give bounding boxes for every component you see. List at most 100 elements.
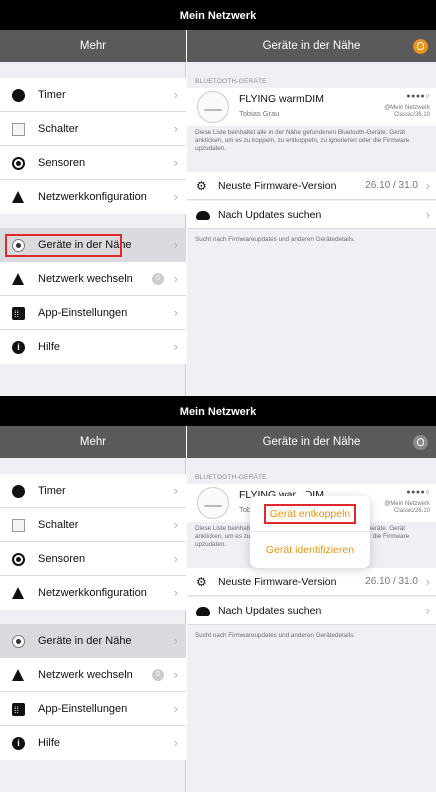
chevron-right-icon: › bbox=[173, 339, 178, 354]
help-icon bbox=[12, 341, 25, 354]
cloud-icon bbox=[196, 607, 210, 616]
chevron-right-icon: › bbox=[173, 155, 178, 170]
sidebar-item-geraete-in-der-naehe[interactable]: Geräte in der Nähe › bbox=[0, 624, 186, 658]
sidebar-item-label: App-Einstellungen bbox=[38, 307, 128, 319]
sidebar-item-label: Schalter bbox=[38, 519, 79, 531]
bluetooth-section-header: BLUETOOTH-GERÄTE bbox=[195, 474, 267, 481]
sidebar-item-sensoren[interactable]: Sensoren › bbox=[0, 146, 186, 180]
device-network-name: @Mein Netzwerk bbox=[384, 501, 430, 507]
detail-pane: Geräte in der Nähe BLUETOOTH-GERÄTE FLYI… bbox=[187, 426, 436, 792]
chevron-right-icon: › bbox=[173, 633, 178, 648]
network-config-icon bbox=[12, 191, 24, 203]
sidebar: Mehr Timer › Schalter › Sensoren › Netzw… bbox=[0, 426, 186, 792]
sidebar-item-label: Hilfe bbox=[38, 737, 61, 749]
chevron-right-icon: › bbox=[173, 551, 178, 566]
sidebar-item-timer[interactable]: Timer › bbox=[0, 78, 186, 112]
device-network-name: @Mein Netzwerk bbox=[384, 105, 430, 111]
sidebar-item-netzwerk-wechseln[interactable]: Netzwerk wechseln 0 › bbox=[0, 262, 186, 296]
latest-firmware-row[interactable]: ⚙ Neuste Firmware-Version 26.10 / 31.0 › bbox=[187, 568, 436, 596]
latest-firmware-row[interactable]: ⚙ Neuste Firmware-Version 26.10 / 31.0 › bbox=[187, 172, 436, 200]
device-network: @Mein Netzwerk Classic/26.10 bbox=[384, 105, 430, 119]
signal-strength: ●●●●○ bbox=[406, 93, 430, 100]
selection-highlight bbox=[264, 504, 356, 524]
chevron-right-icon: › bbox=[173, 271, 178, 286]
sidebar-item-label: Sensoren bbox=[38, 553, 86, 565]
chevron-right-icon: › bbox=[173, 667, 178, 682]
sensor-icon bbox=[12, 157, 25, 170]
detail-nav-title: Geräte in der Nähe bbox=[187, 426, 436, 458]
sidebar-item-label: Geräte in der Nähe bbox=[38, 635, 132, 647]
unpair-device-button[interactable]: Gerät entkoppeln bbox=[250, 496, 370, 532]
sidebar-item-timer[interactable]: Timer › bbox=[0, 474, 186, 508]
status-bar-title: Mein Netzwerk bbox=[0, 0, 436, 30]
gears-icon: ⚙ bbox=[196, 575, 207, 589]
sidebar-item-label: Netzwerk wechseln bbox=[38, 669, 133, 681]
chevron-right-icon: › bbox=[173, 517, 178, 532]
sidebar-item-geraete-in-der-naehe[interactable]: Geräte in der Nähe › bbox=[0, 228, 186, 262]
switch-icon bbox=[12, 519, 25, 532]
chevron-right-icon: › bbox=[425, 207, 430, 222]
nearby-devices-icon bbox=[12, 635, 25, 648]
sidebar-item-sensoren[interactable]: Sensoren › bbox=[0, 542, 186, 576]
firmware-value: 26.10 / 31.0 bbox=[365, 180, 418, 191]
clock-icon bbox=[12, 485, 25, 498]
firmware-label: Neuste Firmware-Version bbox=[218, 180, 337, 192]
updates-label: Nach Updates suchen bbox=[218, 209, 322, 221]
identify-device-label: Gerät identifizieren bbox=[265, 544, 355, 556]
clock-icon bbox=[12, 89, 25, 102]
nearby-radar-icon[interactable] bbox=[413, 39, 428, 54]
sidebar-item-hilfe[interactable]: Hilfe › bbox=[0, 330, 186, 364]
device-name: FLYING warmDIM bbox=[239, 93, 324, 105]
screen-device-popover: Mein Netzwerk Mehr Timer › Schalter › Se… bbox=[0, 396, 436, 792]
chevron-right-icon: › bbox=[173, 585, 178, 600]
network-config-icon bbox=[12, 587, 24, 599]
help-icon bbox=[12, 737, 25, 750]
chevron-right-icon: › bbox=[173, 305, 178, 320]
chevron-right-icon: › bbox=[425, 574, 430, 589]
sidebar-item-label: Hilfe bbox=[38, 341, 61, 353]
check-updates-row[interactable]: Nach Updates suchen › bbox=[187, 201, 436, 229]
identify-device-button[interactable]: Gerät identifizieren bbox=[250, 532, 370, 568]
lamp-icon bbox=[197, 487, 229, 519]
sidebar-item-app-einstellungen[interactable]: App-Einstellungen › bbox=[0, 692, 186, 727]
status-bar-title: Mein Netzwerk bbox=[0, 396, 436, 426]
sidebar-item-label: Netzwerkkonfiguration bbox=[38, 191, 147, 203]
nearby-radar-icon[interactable] bbox=[413, 435, 428, 450]
chevron-right-icon: › bbox=[173, 189, 178, 204]
device-row[interactable]: FLYING warmDIM Tobias Grau ●●●●○ @Mein N… bbox=[187, 88, 436, 126]
sidebar-item-label: Sensoren bbox=[38, 157, 86, 169]
screen-nearby-devices: Mein Netzwerk Mehr Timer › Schalter › Se… bbox=[0, 0, 436, 396]
device-list-description: Diese Liste beinhaltet alle in der Nähe … bbox=[195, 129, 410, 152]
bluetooth-section-header: BLUETOOTH-GERÄTE bbox=[195, 78, 267, 85]
device-action-popover: Gerät entkoppeln Gerät identifizieren bbox=[250, 496, 370, 568]
sidebar-item-schalter[interactable]: Schalter › bbox=[0, 112, 186, 146]
sidebar-item-netzwerkkonfiguration[interactable]: Netzwerkkonfiguration › bbox=[0, 576, 186, 610]
sidebar-item-netzwerkkonfiguration[interactable]: Netzwerkkonfiguration › bbox=[0, 180, 186, 214]
firmware-value: 26.10 / 31.0 bbox=[365, 576, 418, 587]
network-switch-icon bbox=[12, 273, 24, 285]
sidebar-group-1: Timer › Schalter › Sensoren › Netzwerkko… bbox=[0, 474, 186, 610]
updates-footer: Sucht nach Firmwareupdates und anderen G… bbox=[195, 236, 355, 243]
signal-strength: ●●●●○ bbox=[406, 489, 430, 496]
detail-pane: Geräte in der Nähe BLUETOOTH-GERÄTE FLYI… bbox=[187, 30, 436, 396]
sidebar-item-app-einstellungen[interactable]: App-Einstellungen › bbox=[0, 296, 186, 331]
check-updates-row[interactable]: Nach Updates suchen › bbox=[187, 597, 436, 625]
sidebar-item-schalter[interactable]: Schalter › bbox=[0, 508, 186, 542]
sidebar-item-hilfe[interactable]: Hilfe › bbox=[0, 726, 186, 760]
sidebar-group-2: Geräte in der Nähe › Netzwerk wechseln 0… bbox=[0, 228, 186, 364]
chevron-right-icon: › bbox=[173, 87, 178, 102]
detail-nav-title: Geräte in der Nähe bbox=[187, 30, 436, 62]
network-switch-icon bbox=[12, 669, 24, 681]
sidebar-item-label: Schalter bbox=[38, 123, 79, 135]
sidebar-item-label: Timer bbox=[38, 89, 66, 101]
sidebar-nav-title: Mehr bbox=[0, 30, 186, 62]
sidebar-group-2: Geräte in der Nähe › Netzwerk wechseln 0… bbox=[0, 624, 186, 760]
sensor-icon bbox=[12, 553, 25, 566]
chevron-right-icon: › bbox=[173, 121, 178, 136]
chevron-right-icon: › bbox=[173, 483, 178, 498]
chevron-right-icon: › bbox=[425, 178, 430, 193]
sidebar-item-netzwerk-wechseln[interactable]: Netzwerk wechseln 0 › bbox=[0, 658, 186, 692]
lamp-icon bbox=[197, 91, 229, 123]
app-settings-icon bbox=[12, 297, 25, 331]
sidebar-item-label: Netzwerkkonfiguration bbox=[38, 587, 147, 599]
